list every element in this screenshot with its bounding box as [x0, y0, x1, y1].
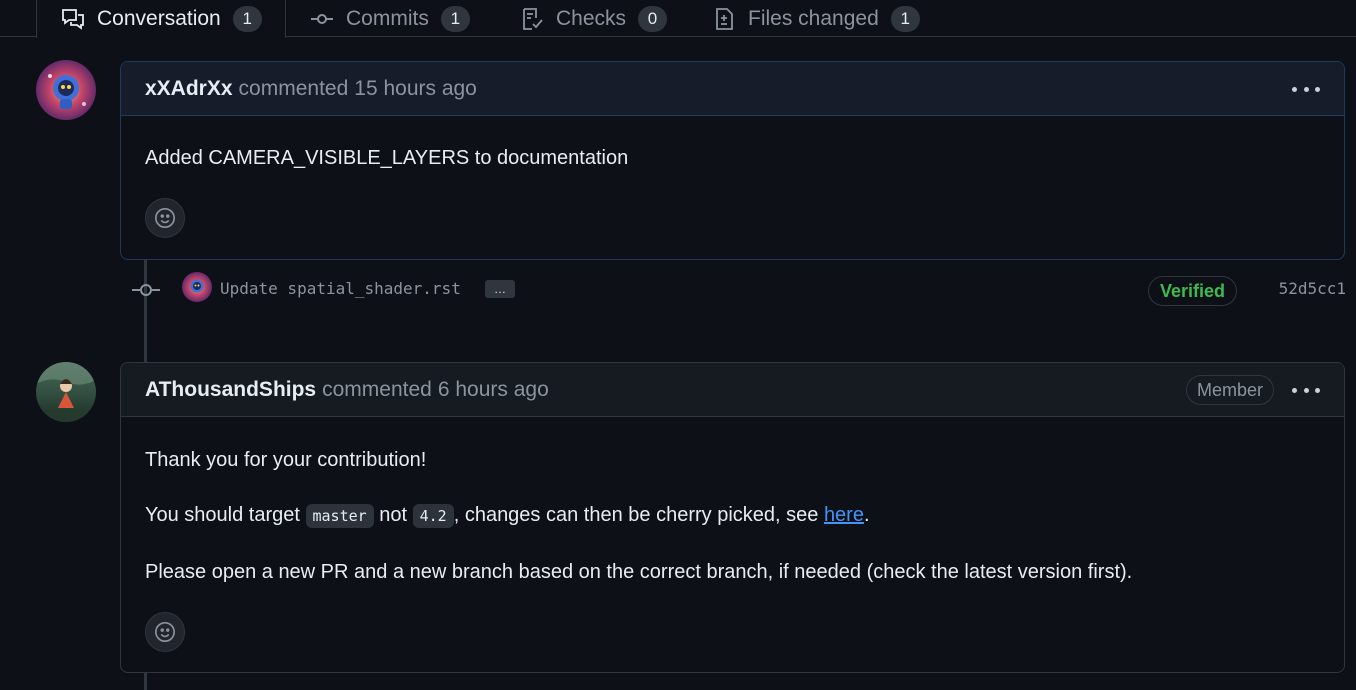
tab-conversation[interactable]: Conversation 1: [36, 0, 286, 38]
timeline-line: [144, 672, 147, 690]
tab-counter: 1: [440, 5, 470, 32]
tab-counter: 0: [638, 5, 668, 32]
here-link[interactable]: here: [824, 504, 864, 526]
comment-author[interactable]: AThousandShips: [145, 378, 316, 402]
pr-tabs: Conversation 1 Commits 1 Checks 0 Files …: [0, 0, 1356, 38]
git-commit-icon: [132, 280, 160, 305]
comment-header: AThousandShips commented 6 hours ago Mem…: [121, 363, 1344, 417]
comment-box: AThousandShips commented 6 hours ago Mem…: [120, 362, 1345, 673]
expand-commit-message-button[interactable]: …: [485, 280, 515, 298]
text-span: not: [373, 504, 413, 526]
comment-timestamp[interactable]: 6 hours ago: [438, 378, 549, 402]
comment-discussion-icon: [61, 7, 85, 31]
commit-sha-link[interactable]: 52d5cc1: [1279, 279, 1346, 298]
kebab-menu-icon[interactable]: [1292, 380, 1320, 400]
tab-commits[interactable]: Commits 1: [310, 0, 470, 37]
comment-text: Added CAMERA_VISIBLE_LAYERS to documenta…: [145, 147, 629, 169]
text-span: You should target: [145, 504, 306, 526]
text-span: .: [863, 504, 870, 526]
timeline-commit-item: Update spatial_shader.rst … Verified 52d…: [132, 270, 1346, 310]
pull-request-conversation: Conversation 1 Commits 1 Checks 0 Files …: [0, 0, 1356, 690]
comment-paragraph: Thank you for your contribution!: [145, 449, 427, 471]
comment-body: Thank you for your contribution! You sho…: [121, 417, 1344, 652]
verified-badge[interactable]: Verified: [1148, 276, 1238, 306]
kebab-menu-icon[interactable]: [1292, 79, 1320, 99]
avatar[interactable]: [36, 60, 96, 120]
tab-label: Checks: [556, 6, 627, 30]
git-commit-icon: [310, 7, 334, 31]
add-reaction-button[interactable]: [145, 612, 185, 652]
comment-header-actions: [1292, 62, 1320, 116]
tab-label: Files changed: [748, 6, 879, 30]
tab-checks[interactable]: Checks 0: [520, 0, 668, 37]
tab-label: Conversation: [97, 7, 221, 30]
add-reaction-button[interactable]: [145, 198, 185, 238]
commit-message-link[interactable]: Update spatial_shader.rst: [220, 279, 461, 298]
text-span: , changes can then be cherry picked, see: [453, 504, 824, 526]
tab-label: Commits: [346, 6, 429, 30]
commit-author-avatar[interactable]: [182, 272, 212, 302]
smiley-icon: [155, 208, 175, 228]
tab-counter: 1: [890, 5, 920, 32]
avatar[interactable]: [36, 362, 96, 422]
checklist-icon: [520, 7, 544, 31]
comment-action: commented: [238, 76, 349, 100]
comment-timestamp[interactable]: 15 hours ago: [354, 77, 477, 101]
comment-header: xXAdrXx commented 15 hours ago: [121, 62, 1344, 116]
comment-author[interactable]: xXAdrXx: [145, 77, 233, 101]
tab-counter: 1: [232, 6, 262, 32]
comment-paragraph: You should target master not 4.2, change…: [145, 501, 1320, 530]
comment-body: Added CAMERA_VISIBLE_LAYERS to documenta…: [121, 116, 1344, 238]
member-badge[interactable]: Member: [1185, 375, 1274, 405]
branch-code-version: 4.2: [412, 504, 454, 528]
comment-paragraph: Please open a new PR and a new branch ba…: [145, 561, 1133, 583]
comment-header-actions: Member: [1185, 363, 1320, 417]
smiley-icon: [155, 622, 175, 642]
branch-code-master: master: [305, 504, 374, 528]
file-diff-icon: [712, 7, 736, 31]
comment-box: xXAdrXx commented 15 hours ago Added CAM…: [120, 61, 1345, 260]
comment-action: commented: [322, 377, 432, 401]
tab-files-changed[interactable]: Files changed 1: [712, 0, 920, 37]
